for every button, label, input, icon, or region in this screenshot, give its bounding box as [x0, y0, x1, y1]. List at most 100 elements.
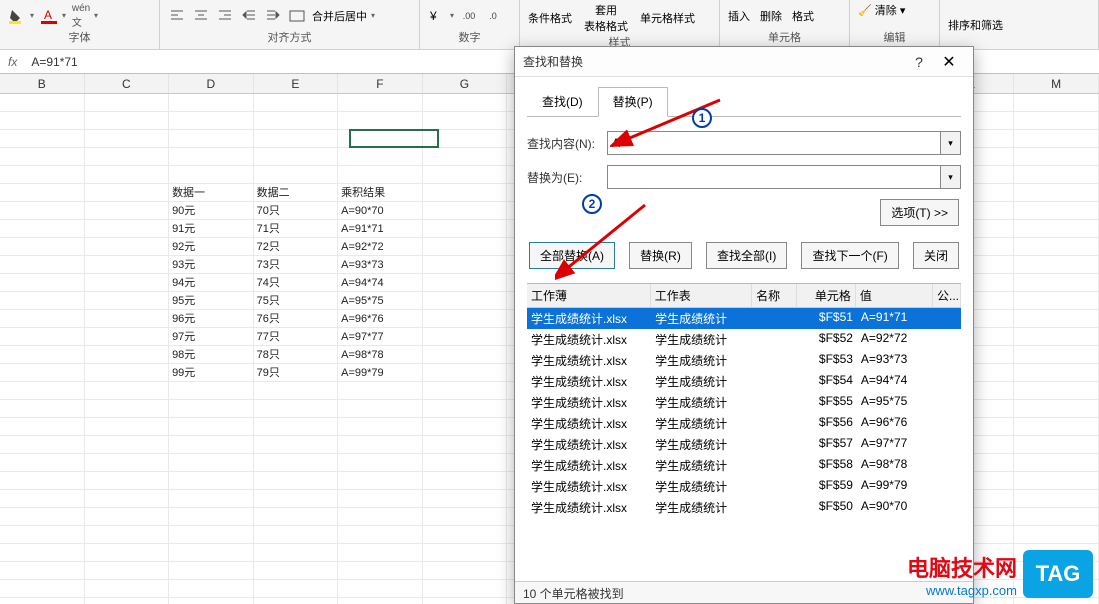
cell[interactable]: [1014, 202, 1099, 220]
cell[interactable]: [1014, 166, 1099, 184]
cell[interactable]: [85, 328, 170, 346]
help-button[interactable]: ?: [905, 54, 933, 70]
cell[interactable]: [1014, 400, 1099, 418]
col-header[interactable]: E: [254, 74, 339, 93]
cell[interactable]: [85, 238, 170, 256]
tab-find[interactable]: 查找(D): [527, 87, 598, 116]
cell[interactable]: [0, 220, 85, 238]
cell[interactable]: [423, 526, 508, 544]
merge-icon[interactable]: [288, 7, 306, 25]
cell[interactable]: [169, 526, 254, 544]
cell[interactable]: [0, 292, 85, 310]
cell[interactable]: [338, 436, 423, 454]
cell[interactable]: [0, 148, 85, 166]
cell[interactable]: [423, 274, 508, 292]
cell[interactable]: [0, 490, 85, 508]
cell[interactable]: [0, 328, 85, 346]
cell[interactable]: 70只: [254, 202, 339, 220]
cell[interactable]: [0, 238, 85, 256]
result-row[interactable]: 学生成绩统计.xlsx学生成绩统计$F$54A=94*74: [527, 371, 961, 392]
cell[interactable]: [338, 130, 423, 148]
cell[interactable]: [169, 544, 254, 562]
cell[interactable]: [1014, 148, 1099, 166]
cell[interactable]: [338, 382, 423, 400]
cell[interactable]: [85, 562, 170, 580]
col-workbook[interactable]: 工作薄: [527, 284, 651, 307]
cell[interactable]: [338, 580, 423, 598]
cell[interactable]: [1014, 526, 1099, 544]
cell[interactable]: [0, 94, 85, 112]
cell[interactable]: [338, 148, 423, 166]
cell[interactable]: 79只: [254, 364, 339, 382]
cell[interactable]: [254, 508, 339, 526]
cell[interactable]: [254, 490, 339, 508]
cell[interactable]: [1014, 310, 1099, 328]
cell[interactable]: [1014, 454, 1099, 472]
cell[interactable]: [85, 382, 170, 400]
cell[interactable]: [1014, 382, 1099, 400]
find-all-button[interactable]: 查找全部(I): [706, 242, 787, 269]
col-header[interactable]: M: [1014, 74, 1099, 93]
cell[interactable]: [169, 112, 254, 130]
cell[interactable]: [1014, 418, 1099, 436]
cell[interactable]: [254, 598, 339, 604]
cell[interactable]: [423, 382, 508, 400]
cell[interactable]: 乘积结果: [338, 184, 423, 202]
align-center-icon[interactable]: [192, 7, 210, 25]
result-row[interactable]: 学生成绩统计.xlsx学生成绩统计$F$51A=91*71: [527, 308, 961, 329]
cell[interactable]: A=95*75: [338, 292, 423, 310]
cell[interactable]: [254, 94, 339, 112]
cell[interactable]: [338, 454, 423, 472]
cell[interactable]: [254, 544, 339, 562]
tab-replace[interactable]: 替换(P): [598, 87, 668, 117]
cell[interactable]: [169, 400, 254, 418]
cell[interactable]: [169, 508, 254, 526]
col-formula[interactable]: 公...: [933, 284, 961, 307]
cell[interactable]: 99元: [169, 364, 254, 382]
cell[interactable]: [338, 94, 423, 112]
cell[interactable]: [0, 166, 85, 184]
cell[interactable]: [0, 382, 85, 400]
cell[interactable]: [0, 256, 85, 274]
cell[interactable]: [0, 580, 85, 598]
cell[interactable]: [85, 274, 170, 292]
options-button[interactable]: 选项(T) >>: [880, 199, 959, 226]
cell[interactable]: [1014, 184, 1099, 202]
cell[interactable]: [1014, 436, 1099, 454]
cell[interactable]: [1014, 274, 1099, 292]
cell[interactable]: [423, 562, 508, 580]
cell[interactable]: [85, 472, 170, 490]
cell[interactable]: [1014, 130, 1099, 148]
cell[interactable]: [254, 436, 339, 454]
close-button[interactable]: 关闭: [913, 242, 959, 269]
cell[interactable]: [85, 148, 170, 166]
cell[interactable]: 73只: [254, 256, 339, 274]
cell[interactable]: [85, 220, 170, 238]
col-header[interactable]: D: [169, 74, 254, 93]
cell[interactable]: [0, 184, 85, 202]
cell[interactable]: A=93*73: [338, 256, 423, 274]
result-row[interactable]: 学生成绩统计.xlsx学生成绩统计$F$53A=93*73: [527, 350, 961, 371]
merge-label[interactable]: 合并后居中: [312, 8, 367, 24]
cell[interactable]: 94元: [169, 274, 254, 292]
result-row[interactable]: 学生成绩统计.xlsx学生成绩统计$F$50A=90*70: [527, 497, 961, 518]
cell[interactable]: [423, 238, 508, 256]
cell[interactable]: [254, 562, 339, 580]
cell[interactable]: [169, 166, 254, 184]
cell[interactable]: [85, 580, 170, 598]
cell[interactable]: [85, 130, 170, 148]
cell[interactable]: [0, 310, 85, 328]
cell[interactable]: [423, 256, 508, 274]
cell[interactable]: 92元: [169, 238, 254, 256]
cell[interactable]: [0, 274, 85, 292]
cell[interactable]: [169, 562, 254, 580]
cell[interactable]: 75只: [254, 292, 339, 310]
currency-icon[interactable]: ¥: [428, 7, 446, 25]
formula-text[interactable]: A=91*71: [31, 55, 77, 69]
cell[interactable]: [423, 112, 508, 130]
cell[interactable]: [254, 382, 339, 400]
cell[interactable]: [1014, 364, 1099, 382]
col-header[interactable]: F: [338, 74, 423, 93]
fill-color-icon[interactable]: [8, 7, 26, 25]
align-left-icon[interactable]: [168, 7, 186, 25]
